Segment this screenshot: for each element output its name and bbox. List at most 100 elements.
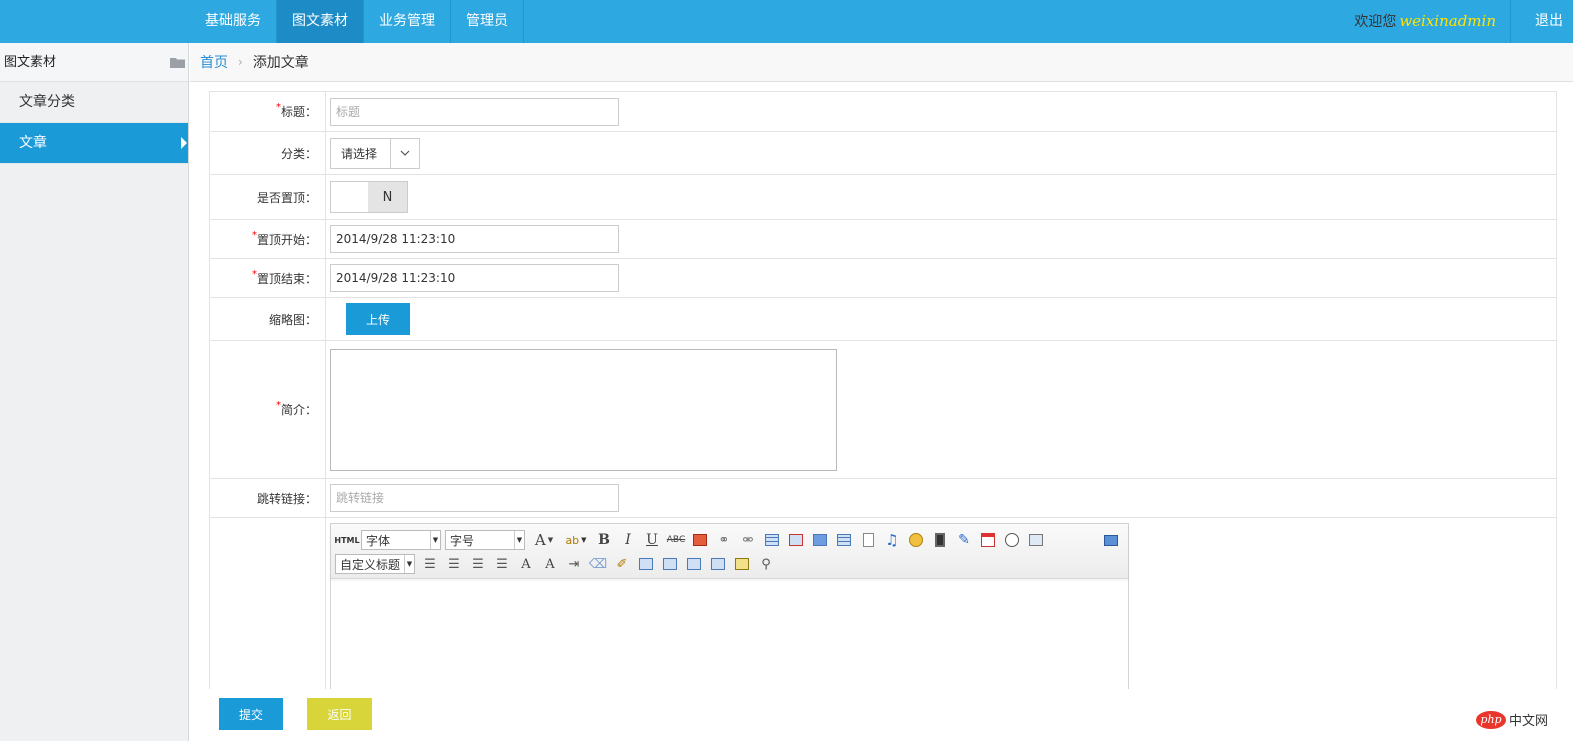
strikethrough-icon[interactable]: ABC	[665, 529, 687, 551]
submit-button[interactable]: 提交	[219, 698, 283, 730]
link-cell	[326, 479, 1556, 517]
form-row-pin: 是否置顶： N	[210, 175, 1556, 220]
float-right-icon[interactable]	[659, 553, 681, 575]
font-size-select[interactable]: 字号 ▼	[445, 530, 525, 550]
preview-icon[interactable]: ⚲	[755, 553, 777, 575]
sidebar-item-label: 文章	[19, 135, 47, 151]
toolbar-row-1: HTML 字体 ▼ 字号 ▼ A ▼ ab ▼ B I U ABC ⚭ ⚮ ♫ …	[334, 528, 1124, 552]
sidebar-item-article-category[interactable]: 文章分类	[0, 82, 188, 123]
username: weixinadmin	[1399, 12, 1496, 30]
pin-end-label-text: 置顶结束：	[256, 271, 317, 286]
insert-column-icon[interactable]	[833, 529, 855, 551]
document-icon[interactable]	[857, 529, 879, 551]
breadcrumb-home-link[interactable]: 首页	[200, 52, 228, 72]
required-mark: *	[275, 102, 281, 113]
watermark: php 中文网	[1476, 710, 1548, 729]
pin-label: 是否置顶：	[210, 175, 326, 219]
back-button[interactable]: 返回	[307, 698, 372, 730]
toggle-state: N	[368, 182, 407, 212]
template-icon[interactable]	[731, 553, 753, 575]
pin-end-label: * 置顶结束：	[210, 259, 326, 297]
nav-item-business[interactable]: 业务管理	[364, 0, 451, 43]
font-family-value: 字体	[366, 533, 391, 548]
rich-text-editor[interactable]: HTML 字体 ▼ 字号 ▼ A ▼ ab ▼ B I U ABC ⚭ ⚮ ♫ …	[330, 523, 1129, 689]
music-icon[interactable]: ♫	[881, 529, 903, 551]
pin-toggle[interactable]: N	[330, 181, 408, 213]
editor-content-area[interactable]	[331, 579, 1128, 689]
html-source-icon[interactable]: HTML	[334, 529, 359, 551]
form-row-content: HTML 字体 ▼ 字号 ▼ A ▼ ab ▼ B I U ABC ⚭ ⚮ ♫ …	[210, 518, 1556, 689]
title-label: * 标题：	[210, 92, 326, 131]
dropdown-arrow-icon: ▼	[514, 531, 524, 549]
form-row-thumbnail: 缩略图： 上传	[210, 298, 1556, 341]
summary-textarea[interactable]	[330, 348, 837, 471]
editor-toolbar: HTML 字体 ▼ 字号 ▼ A ▼ ab ▼ B I U ABC ⚭ ⚮ ♫ …	[331, 524, 1128, 579]
nav-item-admin[interactable]: 管理员	[451, 0, 524, 43]
form-row-title: * 标题：	[210, 92, 1556, 132]
pin-start-label: * 置顶开始：	[210, 220, 326, 258]
category-cell: 请选择	[326, 132, 1556, 174]
font-size-value: 字号	[450, 533, 475, 548]
pin-cell: N	[326, 175, 1556, 219]
summary-cell	[326, 341, 1556, 478]
pin-start-input[interactable]	[330, 225, 619, 253]
delete-table-icon[interactable]	[785, 529, 807, 551]
eraser-icon[interactable]: ⌫	[587, 553, 609, 575]
bold-icon[interactable]: B	[593, 529, 615, 551]
toggle-knob	[331, 182, 368, 212]
title-input[interactable]	[330, 97, 619, 126]
image-icon[interactable]	[689, 529, 711, 551]
video-icon[interactable]	[929, 529, 951, 551]
align-center-icon[interactable]: ☰	[443, 553, 465, 575]
align-right-icon[interactable]: ☰	[467, 553, 489, 575]
underline-icon[interactable]: U	[641, 529, 663, 551]
sidebar-item-article[interactable]: 文章	[0, 123, 188, 164]
attachment-icon[interactable]: ✎	[953, 529, 975, 551]
align-justify-icon[interactable]: ☰	[491, 553, 513, 575]
unlink-icon[interactable]: ⚮	[737, 529, 759, 551]
float-left-icon[interactable]	[635, 553, 657, 575]
pin-end-input[interactable]	[330, 264, 619, 292]
table-icon[interactable]	[761, 529, 783, 551]
date-icon[interactable]	[977, 529, 999, 551]
category-label-text: 分类：	[280, 146, 317, 161]
watermark-text: 中文网	[1509, 714, 1549, 729]
emoticon-icon[interactable]	[905, 529, 927, 551]
font-family-select[interactable]: 字体 ▼	[361, 530, 441, 550]
link-icon[interactable]: ⚭	[713, 529, 735, 551]
link-input[interactable]	[330, 484, 619, 512]
float-center-icon[interactable]	[683, 553, 705, 575]
thumbnail-label-text: 缩略图：	[268, 312, 317, 327]
article-form: *标题： 分类： 请选择 是否置顶： N *置顶开始：	[209, 91, 1557, 689]
heading-select[interactable]: 自定义标题 ▼	[335, 554, 415, 574]
content-label	[210, 518, 326, 689]
pin-end-cell	[326, 259, 1556, 297]
superscript-icon[interactable]: A	[515, 553, 537, 575]
font-color-icon[interactable]: A ▼	[529, 529, 559, 551]
map-icon[interactable]	[1025, 529, 1047, 551]
fullscreen-icon[interactable]	[1100, 529, 1122, 551]
heading-value: 自定义标题	[340, 557, 401, 572]
nav-item-basic-services[interactable]: 基础服务	[190, 0, 277, 43]
insert-row-icon[interactable]	[809, 529, 831, 551]
title-cell	[326, 92, 1556, 131]
format-painter-icon[interactable]: ✐	[611, 553, 633, 575]
form-row-category: 分类： 请选择	[210, 132, 1556, 175]
form-row-pin-start: * 置顶开始：	[210, 220, 1556, 259]
top-bar: 基础服务 图文素材 业务管理 管理员 欢迎您 weixinadmin 退出	[0, 0, 1573, 43]
upload-button[interactable]: 上传	[346, 303, 410, 335]
category-select[interactable]: 请选择	[330, 137, 420, 169]
highlight-color-icon[interactable]: ab ▼	[561, 529, 591, 551]
align-left-icon[interactable]: ☰	[419, 553, 441, 575]
time-icon[interactable]	[1001, 529, 1023, 551]
indent-icon[interactable]: ⇥	[563, 553, 585, 575]
nav-item-media[interactable]: 图文素材	[277, 0, 364, 43]
pin-start-label-text: 置顶开始：	[256, 232, 317, 247]
logout-link[interactable]: 退出	[1511, 0, 1573, 43]
form-row-link: 跳转链接：	[210, 479, 1556, 518]
chevron-right-icon: ›	[238, 55, 243, 69]
breadcrumb: 首页 › 添加文章	[190, 43, 1573, 82]
subscript-icon[interactable]: A	[539, 553, 561, 575]
float-none-icon[interactable]	[707, 553, 729, 575]
italic-icon[interactable]: I	[617, 529, 639, 551]
